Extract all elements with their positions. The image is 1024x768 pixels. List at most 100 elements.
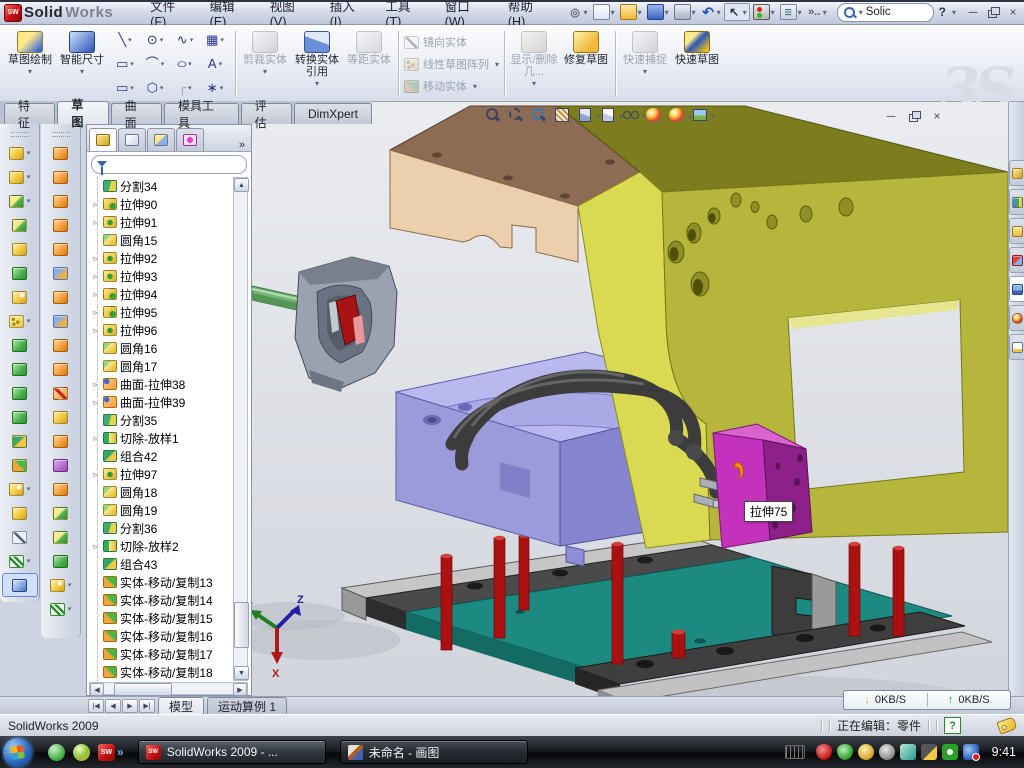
dropdown-arrow-icon[interactable]: ▾ (28, 67, 32, 76)
dropdown-arrow-icon[interactable]: ▾ (717, 8, 721, 17)
dropdown-arrow-icon[interactable]: ▾ (26, 485, 30, 493)
clamp-assembly[interactable] (252, 257, 397, 392)
expand-arrow-icon[interactable]: ▹ (91, 218, 100, 227)
expand-arrow-icon[interactable]: ▹ (91, 470, 100, 479)
circle-icon[interactable]: ⊙ ▾ (140, 28, 170, 52)
help-button[interactable]: ? (936, 5, 949, 19)
update-tray-icon[interactable] (963, 744, 979, 760)
scroll-left-button[interactable]: ◀ (90, 683, 104, 696)
tree-item[interactable]: ▹ 拉伸93 (89, 267, 231, 285)
reference-axis-icon[interactable]: ▾ (2, 525, 38, 549)
tree-horizontal-scrollbar[interactable]: ◀ ▶ (89, 682, 248, 695)
spline-icon[interactable]: ∿ ▾ (170, 28, 200, 52)
tree-item[interactable]: ▹ 分割35 (89, 411, 231, 429)
scroll-thumb[interactable] (114, 683, 172, 696)
tree-item[interactable]: ▹ 曲面-拉伸38 (89, 375, 231, 393)
options-icon[interactable]: ☰ ▾ (778, 3, 804, 21)
extend-surface-icon[interactable]: ▾ (43, 333, 79, 357)
volume-tray-icon[interactable] (879, 744, 895, 760)
doc-close-button[interactable]: × (930, 110, 944, 123)
help-dropdown-icon[interactable]: ▾ (952, 8, 956, 17)
edit-appearance-icon[interactable]: ▾ (645, 107, 663, 123)
zoom-fit-icon[interactable]: ▾ (484, 107, 502, 123)
dome-icon[interactable]: ▾ (43, 549, 79, 573)
dropdown-arrow-icon[interactable]: ▾ (220, 84, 224, 92)
move-copy-body-icon[interactable]: ▾ (2, 453, 38, 477)
tree-item[interactable]: ▹ 分割34 (89, 177, 231, 195)
tree-item[interactable]: ▹ 实体-移动/复制18 (89, 663, 231, 681)
freeform-icon[interactable]: ▾ (43, 261, 79, 285)
tree-item[interactable]: ▹ 实体-移动/复制13 (89, 573, 231, 591)
helix-icon[interactable]: ▾ (2, 549, 38, 573)
model-tab[interactable]: 模型 (158, 697, 204, 714)
configurationmanager-tab[interactable] (147, 128, 175, 151)
tree-item[interactable]: ▹ 拉伸95 (89, 303, 231, 321)
untrim-surface-icon[interactable]: ▾ (43, 477, 79, 501)
dropdown-arrow-icon[interactable]: ▾ (67, 581, 71, 589)
dropdown-arrow-icon[interactable]: ▾ (584, 8, 588, 17)
status-help-button[interactable]: ? (944, 717, 961, 734)
doc-restore-button[interactable] (907, 110, 921, 123)
restore-button[interactable] (986, 6, 1000, 19)
smart-dimension-button[interactable]: 智能尺寸 ▾ (56, 27, 108, 101)
taskbar-window-button[interactable]: 未命名 - 画图 (340, 740, 528, 764)
dropdown-arrow-icon[interactable]: ▾ (160, 84, 164, 92)
close-button[interactable]: × (1006, 6, 1020, 19)
save-icon[interactable]: ▾ (645, 3, 671, 21)
solidworks-quicklaunch-icon[interactable]: SW (98, 744, 115, 761)
offset-surface-icon[interactable]: ▾ (43, 309, 79, 333)
dropdown-arrow-icon[interactable]: ▾ (67, 605, 71, 613)
view-palette-tab[interactable] (1009, 276, 1024, 302)
dropdown-arrow-icon[interactable]: ▾ (188, 84, 192, 92)
dropdown-arrow-icon[interactable]: ▾ (26, 149, 30, 157)
rapid-sketch-button[interactable]: 快速草图 (671, 27, 723, 101)
security-shield-tray-icon[interactable] (837, 744, 853, 760)
tree-item[interactable]: ▹ 拉伸94 (89, 285, 231, 303)
toolbar-grip[interactable] (52, 132, 70, 137)
tree-item[interactable]: ▹ 分割36 (89, 519, 231, 537)
draft-icon[interactable]: ▾ (2, 285, 38, 309)
revolved-boss-icon[interactable]: ▾ (2, 165, 38, 189)
tree-item[interactable]: ▹ 拉伸97 (89, 465, 231, 483)
expand-arrow-icon[interactable]: ▹ (91, 200, 100, 209)
quick-snaps-button[interactable]: 快速捕捉 ▾ (619, 27, 671, 101)
tree-item[interactable]: ▹ 实体-移动/复制16 (89, 627, 231, 645)
tab-nav-button[interactable]: ◀ (105, 699, 121, 713)
keyboard-layout-icon[interactable] (785, 745, 805, 759)
surface-helix-icon[interactable]: ▾ (43, 597, 79, 621)
tree-item[interactable]: ▹ 圆角16 (89, 339, 231, 357)
propertymanager-tab[interactable] (118, 128, 146, 151)
expand-arrow-icon[interactable]: ▹ (91, 290, 100, 299)
sketch-text-icon[interactable]: A ▾ (200, 52, 230, 76)
rectangle-icon[interactable]: ▭ ▾ (110, 52, 140, 76)
tree-item[interactable]: ▹ 圆角15 (89, 231, 231, 249)
dropdown-arrow-icon[interactable]: ▾ (26, 557, 30, 565)
dropdown-arrow-icon[interactable]: ▾ (771, 8, 775, 17)
radiate-surface-icon[interactable]: ▾ (43, 357, 79, 381)
tree-item[interactable]: ▹ 圆角17 (89, 357, 231, 375)
tree-item[interactable]: ▹ 拉伸90 (89, 195, 231, 213)
featuremanager-tab[interactable] (89, 128, 117, 151)
tree-item[interactable]: ▹ 切除-放样2 (89, 537, 231, 555)
tree-item[interactable]: ▹ 切除-放样1 (89, 429, 231, 447)
expand-arrow-icon[interactable]: ▹ (91, 380, 100, 389)
taskbar-window-button[interactable]: SW SolidWorks 2009 - ... (138, 740, 326, 764)
convert-entities-button[interactable]: 转换实体引用 ▾ (291, 27, 343, 101)
dropdown-arrow-icon[interactable]: ▾ (219, 60, 223, 68)
linear-pattern-icon[interactable]: ▾ (2, 309, 38, 333)
tree-item[interactable]: ▹ 组合43 (89, 555, 231, 573)
sync-tray-icon[interactable] (900, 744, 916, 760)
key-tray-icon[interactable] (858, 744, 874, 760)
sketch-button[interactable]: 草图绘制 ▾ (4, 27, 56, 101)
ball-quicklaunch-icon[interactable] (73, 744, 90, 761)
scroll-up-button[interactable]: ▲ (234, 178, 249, 192)
line-icon[interactable]: ╲ ▾ (110, 28, 140, 52)
health-shield-tray-icon[interactable] (942, 744, 958, 760)
tree-item[interactable]: ▹ 组合42 (89, 447, 231, 465)
solidworks-resources-tab[interactable] (1009, 160, 1024, 186)
motion-study-tab[interactable]: 运动算例 1 (207, 697, 287, 714)
dropdown-arrow-icon[interactable]: ▾ (315, 79, 319, 88)
tree-vertical-scrollbar[interactable]: ▲ ▼ (233, 177, 248, 681)
lofted-surface-icon[interactable]: ▾ (43, 189, 79, 213)
lofted-boss-icon[interactable]: ▾ (2, 237, 38, 261)
